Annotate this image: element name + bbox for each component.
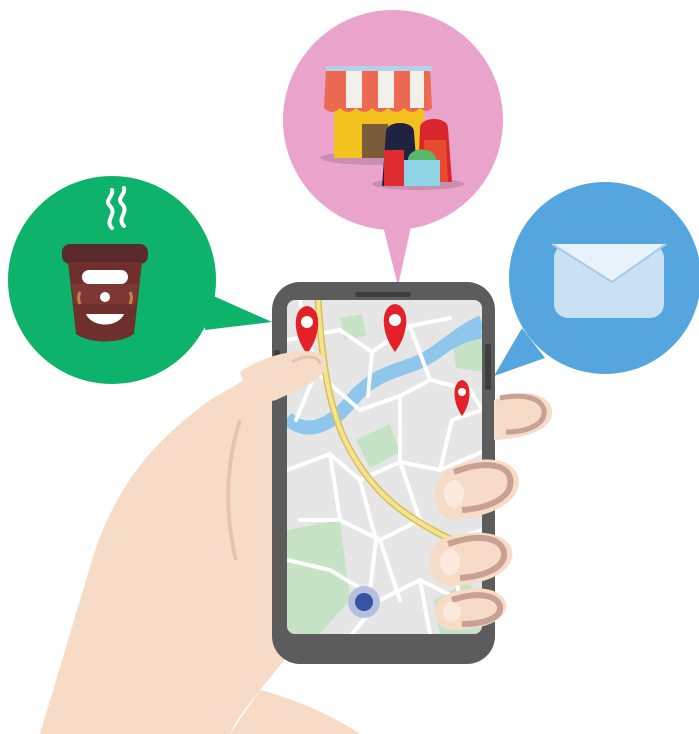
- envelope-icon: [551, 243, 667, 318]
- mail-bubble: [494, 182, 699, 376]
- location-services-illustration: [8, 10, 699, 734]
- shop-bubble: [283, 10, 503, 286]
- park-area: [340, 314, 366, 340]
- current-location-icon[interactable]: [348, 586, 380, 618]
- coffee-bubble: [8, 176, 272, 384]
